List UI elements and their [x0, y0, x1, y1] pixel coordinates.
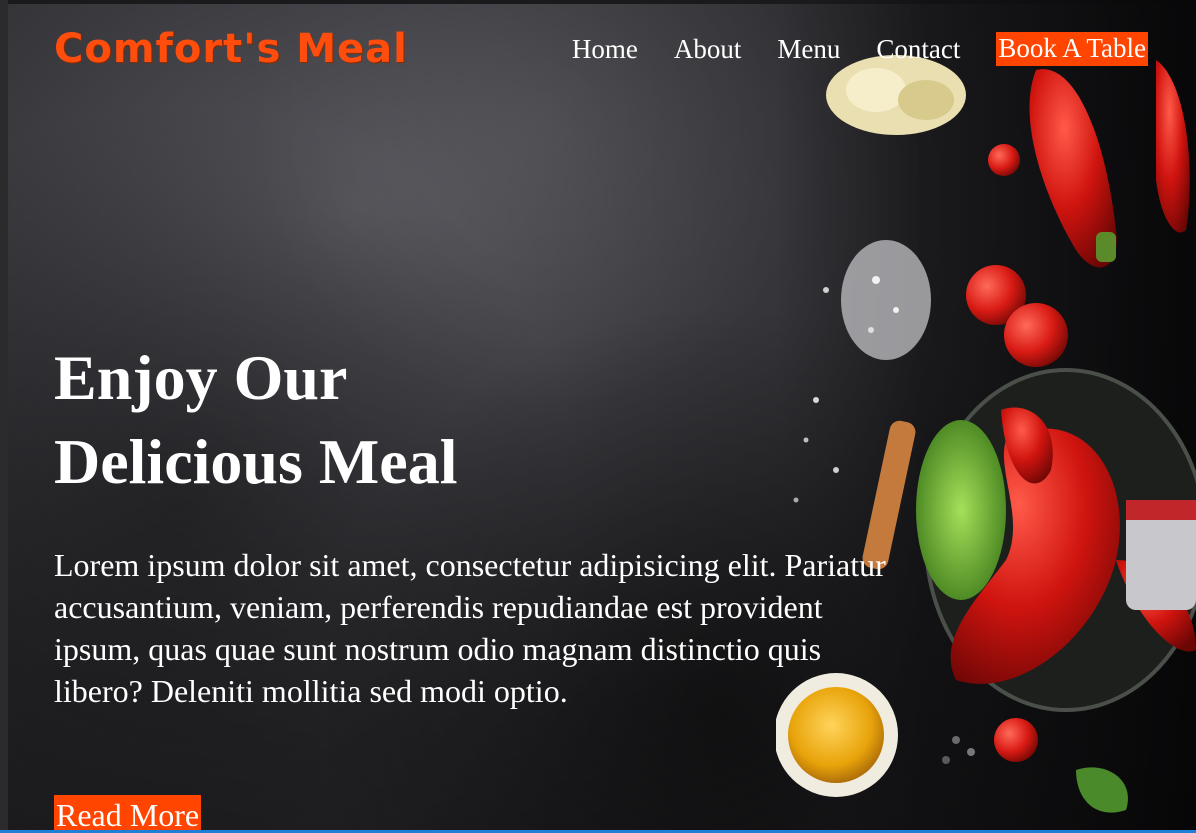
nav-links: Home About Menu Contact Book A Table	[572, 32, 1148, 66]
nav-link-about[interactable]: About	[674, 35, 742, 63]
site-logo[interactable]: Comfort's Meal	[54, 29, 408, 69]
left-edge	[0, 0, 8, 833]
nav-link-home[interactable]: Home	[572, 35, 638, 63]
nav-link-contact[interactable]: Contact	[876, 35, 960, 63]
hero-title-line-2: Delicious Meal	[54, 426, 458, 497]
hero-section: Comfort's Meal Home About Menu Contact B…	[0, 0, 1196, 833]
hero-title-line-1: Enjoy Our	[54, 342, 348, 413]
read-more-button[interactable]: Read More	[54, 795, 202, 833]
nav-link-menu[interactable]: Menu	[777, 35, 840, 63]
hero-title: Enjoy Our Delicious Meal	[54, 336, 614, 504]
book-table-button[interactable]: Book A Table	[996, 32, 1148, 66]
navbar: Comfort's Meal Home About Menu Contact B…	[54, 24, 1148, 74]
hero-paragraph: Lorem ipsum dolor sit amet, consectetur …	[54, 547, 886, 709]
